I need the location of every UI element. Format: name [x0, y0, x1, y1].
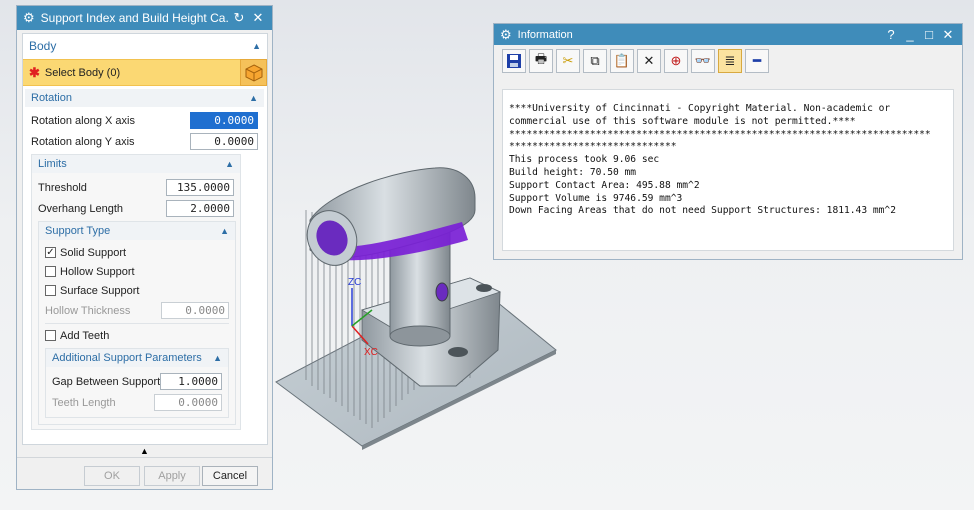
help-icon[interactable]: ?	[883, 27, 899, 42]
info-title: Information	[517, 28, 573, 41]
ok-button[interactable]: OK	[84, 466, 140, 486]
cancel-button[interactable]: Cancel	[202, 466, 258, 486]
additional-params-group: Additional Support Parameters ▲ Gap Betw…	[45, 348, 229, 418]
support-type-label: Support Type	[45, 225, 111, 237]
solid-support-label: Solid Support	[60, 246, 127, 259]
body-group-header[interactable]: Body ▲	[23, 36, 267, 56]
collapse-icon[interactable]: ━	[745, 49, 769, 73]
limits-group: Limits ▲ Threshold 135.0000 Overhang Len…	[31, 154, 241, 430]
dialog-titlebar[interactable]: ⚙ Support Index and Build Height Ca... ↻…	[17, 6, 272, 30]
threshold-label: Threshold	[38, 181, 87, 194]
rotation-group-header[interactable]: Rotation ▲	[25, 89, 264, 107]
gear-icon: ⚙	[500, 26, 512, 42]
rotation-x-label: Rotation along X axis	[31, 114, 135, 127]
axis-x-label: XC	[364, 347, 378, 358]
chevron-up-icon[interactable]: ▲	[213, 353, 222, 363]
info-text-area[interactable]: ****University of Cincinnati - Copyright…	[502, 89, 954, 251]
chevron-up-icon[interactable]: ▲	[252, 41, 261, 51]
dialog-footer: OK Apply Cancel	[17, 457, 272, 490]
threshold-row: Threshold 135.0000	[32, 177, 240, 198]
surface-support-option[interactable]: Surface Support	[39, 281, 235, 300]
additional-params-label: Additional Support Parameters	[52, 352, 202, 364]
paste-icon[interactable]: 📋	[610, 49, 634, 73]
hollow-thickness-row: Hollow Thickness 0.0000	[39, 300, 235, 321]
apply-button[interactable]: Apply	[144, 466, 200, 486]
rotation-group: Rotation ▲ Rotation along X axis 0.0000 …	[25, 89, 264, 430]
chevron-up-icon[interactable]: ▲	[249, 93, 258, 103]
dialog-title: Support Index and Build Height Ca...	[40, 11, 228, 25]
support-index-dialog: ⚙ Support Index and Build Height Ca... ↻…	[16, 5, 273, 490]
surface-support-label: Surface Support	[60, 284, 140, 297]
info-toolbar: 🖶 ✂ ⧉ 📋 ✕ ⊕ 👓 ≣ ━	[494, 45, 962, 77]
find-icon[interactable]: ⊕	[664, 49, 688, 73]
hollow-support-option[interactable]: Hollow Support	[39, 262, 235, 281]
hollow-support-checkbox[interactable]	[45, 266, 56, 277]
gap-label: Gap Between Support	[52, 375, 161, 388]
teeth-length-input: 0.0000	[154, 394, 222, 411]
overhang-label: Overhang Length	[38, 202, 124, 215]
binoculars-icon[interactable]: 👓	[691, 49, 715, 73]
close-icon[interactable]: ✕	[940, 27, 956, 43]
close-icon[interactable]: ✕	[250, 10, 266, 26]
divider	[45, 323, 229, 324]
limits-group-header[interactable]: Limits ▲	[32, 155, 240, 173]
collapse-arrow-icon[interactable]: ▲	[17, 446, 272, 456]
threshold-input[interactable]: 135.0000	[166, 179, 234, 196]
information-window: ⚙ Information ? _ □ ✕ 🖶 ✂ ⧉ 📋 ✕ ⊕ 👓 ≣ ━ …	[493, 23, 963, 260]
minimize-icon[interactable]: _	[902, 27, 918, 42]
add-teeth-label: Add Teeth	[60, 329, 110, 342]
rotation-group-label: Rotation	[31, 92, 72, 104]
info-titlebar[interactable]: ⚙ Information ? _ □ ✕	[494, 24, 962, 45]
rotation-x-input[interactable]: 0.0000	[190, 112, 258, 129]
wrap-text-icon[interactable]: ≣	[718, 49, 742, 73]
cube-select-icon[interactable]	[240, 59, 267, 86]
rotation-x-row: Rotation along X axis 0.0000	[25, 110, 264, 131]
add-teeth-option[interactable]: Add Teeth	[39, 326, 235, 345]
hollow-thickness-input: 0.0000	[161, 302, 229, 319]
support-type-header[interactable]: Support Type ▲	[39, 222, 235, 240]
copy-icon[interactable]: ⧉	[583, 49, 607, 73]
gap-input[interactable]: 1.0000	[160, 373, 222, 390]
chevron-up-icon[interactable]: ▲	[220, 226, 229, 236]
teeth-length-row: Teeth Length 0.0000	[46, 392, 228, 413]
overhang-row: Overhang Length 2.0000	[32, 198, 240, 219]
support-type-group: Support Type ▲ ✓ Solid Support Hollow Su…	[38, 221, 236, 425]
dialog-panel: Body ▲ ✱ Select Body (0) Rotation ▲ Rota…	[22, 33, 268, 445]
gear-icon: ⚙	[23, 10, 35, 25]
rotation-y-row: Rotation along Y axis 0.0000	[25, 131, 264, 152]
select-body-label: Select Body (0)	[44, 66, 121, 79]
additional-params-header[interactable]: Additional Support Parameters ▲	[46, 349, 228, 367]
rotation-y-label: Rotation along Y axis	[31, 135, 135, 148]
hollow-thickness-label: Hollow Thickness	[45, 304, 131, 317]
limits-group-label: Limits	[38, 158, 67, 170]
solid-support-option[interactable]: ✓ Solid Support	[39, 243, 235, 262]
axis-z-label: ZC	[348, 277, 361, 288]
print-icon[interactable]: 🖶	[529, 49, 553, 73]
overhang-input[interactable]: 2.0000	[166, 200, 234, 217]
hollow-support-label: Hollow Support	[60, 265, 135, 278]
teeth-length-label: Teeth Length	[52, 396, 116, 409]
solid-support-checkbox[interactable]: ✓	[45, 247, 56, 258]
surface-support-checkbox[interactable]	[45, 285, 56, 296]
gap-row: Gap Between Support 1.0000	[46, 371, 228, 392]
select-body-row[interactable]: ✱ Select Body (0)	[23, 59, 267, 86]
required-star-icon: ✱	[29, 64, 40, 80]
maximize-icon[interactable]: □	[921, 27, 937, 42]
delete-icon[interactable]: ✕	[637, 49, 661, 73]
reset-icon[interactable]: ↻	[231, 10, 247, 26]
save-icon[interactable]	[502, 49, 526, 73]
cut-icon[interactable]: ✂	[556, 49, 580, 73]
add-teeth-checkbox[interactable]	[45, 330, 56, 341]
chevron-up-icon[interactable]: ▲	[225, 159, 234, 169]
rotation-y-input[interactable]: 0.0000	[190, 133, 258, 150]
body-group-label: Body	[29, 39, 57, 53]
